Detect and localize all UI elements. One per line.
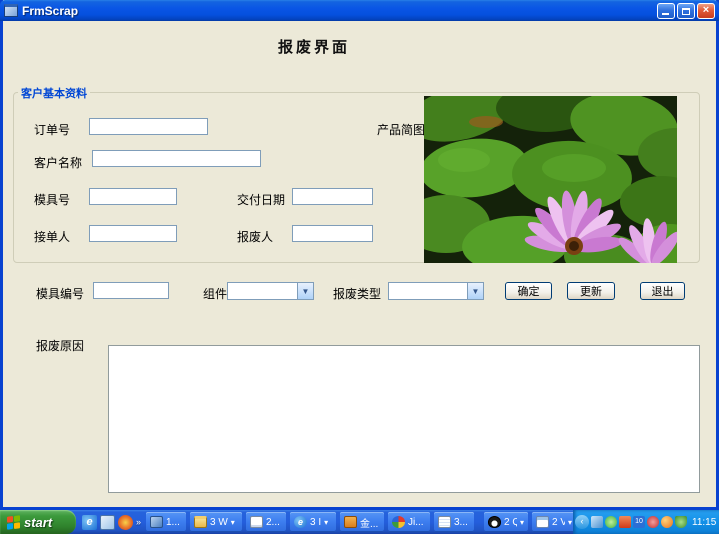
tray-orange-app-icon[interactable] — [661, 516, 673, 528]
frmscrap-window: FrmScrap × 报废界面 客户基本资料 订单号 客户名称 模具号 交付日期 — [0, 0, 719, 510]
titlebar[interactable]: FrmScrap × — [0, 0, 719, 21]
start-label: start — [24, 515, 52, 530]
order-no-label: 订单号 — [34, 121, 70, 138]
taskbar-button-qq-group[interactable]: 2 Q ▾ — [484, 512, 528, 532]
folder-icon — [194, 516, 207, 528]
tray-network-icon[interactable] — [675, 516, 687, 528]
close-button[interactable]: × — [697, 3, 715, 19]
minimize-icon — [662, 13, 669, 15]
orange-app-icon — [344, 516, 357, 528]
customer-info-groupbox: 客户基本资料 订单号 客户名称 模具号 交付日期 接单人 报废人 产品简图 — [13, 92, 700, 263]
desktop-screen: FrmScrap × 报废界面 客户基本资料 订单号 客户名称 模具号 交付日期 — [0, 0, 719, 534]
customer-name-label: 客户名称 — [34, 154, 82, 171]
taskbar-button-folder-group[interactable]: 3 W ▾ — [190, 512, 242, 532]
group-dropdown-icon: ▾ — [231, 518, 235, 527]
taskbar: start e » 1... 3 W ▾ 2... e — [0, 510, 719, 534]
group-dropdown-icon: ▾ — [568, 518, 572, 527]
notepad-icon — [438, 516, 451, 528]
system-tray: ‹ 10 11:15 — [573, 510, 719, 534]
tray-antivirus-icon[interactable] — [605, 516, 617, 528]
document-icon — [250, 516, 263, 528]
scrap-type-dropdown-icon[interactable]: ▼ — [467, 283, 483, 299]
taskbar-button-notepad[interactable]: 3... — [434, 512, 474, 532]
show-desktop-icon[interactable] — [100, 515, 115, 530]
water-lilies-photo — [424, 96, 677, 263]
group-dropdown-icon: ▾ — [324, 518, 328, 527]
customer-name-input[interactable] — [92, 150, 261, 167]
tray-flag-icon[interactable] — [619, 516, 631, 528]
maximize-button[interactable] — [677, 3, 695, 19]
mold-code-input[interactable] — [93, 282, 169, 299]
delivery-date-label: 交付日期 — [237, 191, 285, 208]
component-value — [228, 283, 297, 299]
client-area: 报废界面 客户基本资料 订单号 客户名称 模具号 交付日期 接单人 报废人 产品… — [3, 21, 716, 507]
tray-red-status-icon[interactable] — [647, 516, 659, 528]
internet-explorer-icon[interactable]: e — [82, 515, 97, 530]
taskbar-button-document[interactable]: 2... — [246, 512, 286, 532]
internet-explorer-icon: e — [294, 516, 307, 528]
colorful-app-icon — [392, 516, 405, 528]
scrap-type-combobox[interactable]: ▼ — [388, 282, 484, 300]
groupbox-label: 客户基本资料 — [18, 85, 90, 101]
window-title: FrmScrap — [22, 4, 657, 18]
scrapper-input[interactable] — [292, 225, 373, 242]
tray-collapse-chevron[interactable]: ‹ — [575, 515, 589, 529]
order-taker-input[interactable] — [89, 225, 177, 242]
taskbar-button-jin[interactable]: 金... — [340, 512, 384, 532]
mold-no-input[interactable] — [89, 188, 177, 205]
windows-logo-icon — [7, 515, 20, 529]
page-title: 报废界面 — [108, 36, 520, 57]
update-button[interactable]: 更新 — [567, 282, 615, 300]
quicklaunch-overflow-chevron[interactable]: » — [136, 517, 141, 527]
mold-no-label: 模具号 — [34, 191, 70, 208]
delivery-date-input[interactable] — [292, 188, 373, 205]
exit-button[interactable]: 退出 — [640, 282, 685, 300]
group-dropdown-icon: ▾ — [520, 518, 524, 527]
qq-penguin-icon — [488, 516, 501, 528]
component-combobox[interactable]: ▼ — [227, 282, 314, 300]
scrap-type-value — [389, 283, 467, 299]
window-icon — [536, 516, 549, 528]
scrap-reason-textarea[interactable] — [108, 345, 700, 493]
component-dropdown-icon[interactable]: ▼ — [297, 283, 313, 299]
tray-messenger-icon[interactable] — [591, 516, 603, 528]
maximize-icon — [682, 8, 690, 15]
scrapper-label: 报废人 — [237, 228, 273, 245]
minimize-button[interactable] — [657, 3, 675, 19]
taskbar-button-ie-group[interactable]: e 3 I ▾ — [290, 512, 336, 532]
quick-launch-bar: e » — [82, 512, 144, 532]
start-button[interactable]: start — [0, 510, 76, 534]
product-image-label: 产品简图 — [377, 121, 425, 138]
app-icon — [4, 4, 18, 17]
taskbar-clock: 11:15 — [692, 517, 716, 528]
mold-code-label: 模具编号 — [36, 285, 84, 302]
order-taker-label: 接单人 — [34, 228, 70, 245]
ok-button[interactable]: 确定 — [505, 282, 552, 300]
water-lilies-svg — [424, 96, 677, 263]
scrap-reason-label: 报废原因 — [36, 337, 84, 354]
scrap-type-label: 报废类型 — [333, 285, 381, 302]
task-buttons: 1... 3 W ▾ 2... e 3 I ▾ 金... J — [146, 512, 576, 532]
app-window-icon — [150, 516, 163, 528]
order-no-input[interactable] — [89, 118, 208, 135]
component-label: 组件 — [203, 285, 227, 302]
taskbar-button-window-group[interactable]: 2 V ▾ — [532, 512, 576, 532]
tray-blue-app-icon[interactable]: 10 — [633, 516, 645, 528]
media-player-icon[interactable] — [118, 515, 133, 530]
taskbar-button-ji[interactable]: Ji... — [388, 512, 430, 532]
taskbar-button-1[interactable]: 1... — [146, 512, 186, 532]
